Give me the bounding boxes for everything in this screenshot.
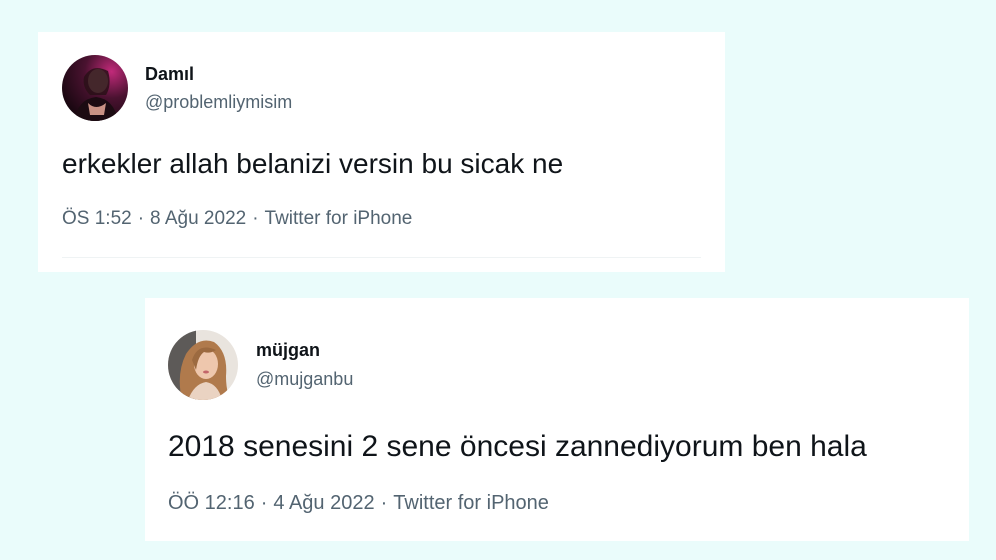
meta-separator: · <box>252 208 259 229</box>
tweet-timestamp[interactable]: ÖS 1:52 <box>62 208 132 229</box>
divider <box>62 257 701 258</box>
tweet-timestamp[interactable]: ÖÖ 12:16 <box>168 492 255 514</box>
display-name[interactable]: müjgan <box>256 340 320 361</box>
tweet-source[interactable]: Twitter for iPhone <box>393 492 549 514</box>
tweet-source[interactable]: Twitter for iPhone <box>265 208 413 229</box>
meta-separator: · <box>380 492 388 514</box>
tweet-meta: ÖS 1:52 · 8 Ağu 2022 · Twitter for iPhone <box>62 208 412 230</box>
avatar[interactable] <box>62 55 128 121</box>
tweet-date[interactable]: 4 Ağu 2022 <box>273 492 374 514</box>
tweet-card: müjgan @mujganbu 2018 senesini 2 sene ön… <box>145 298 969 541</box>
tweet-date[interactable]: 8 Ağu 2022 <box>150 208 246 229</box>
user-handle[interactable]: @mujganbu <box>256 369 353 390</box>
meta-separator: · <box>137 208 145 229</box>
tweet-meta: ÖÖ 12:16 · 4 Ağu 2022 · Twitter for iPhone <box>168 492 549 515</box>
meta-separator: · <box>260 492 268 514</box>
avatar[interactable] <box>168 330 238 400</box>
display-name[interactable]: Damıl <box>145 64 194 85</box>
tweet-text: erkekler allah belanizi versin bu sicak … <box>62 148 564 179</box>
tweet-card: Damıl @problemliymisim erkekler allah be… <box>38 32 725 272</box>
user-handle[interactable]: @problemliymisim <box>145 92 292 113</box>
tweet-text: 2018 senesini 2 sene öncesi zannediyorum… <box>168 430 867 463</box>
